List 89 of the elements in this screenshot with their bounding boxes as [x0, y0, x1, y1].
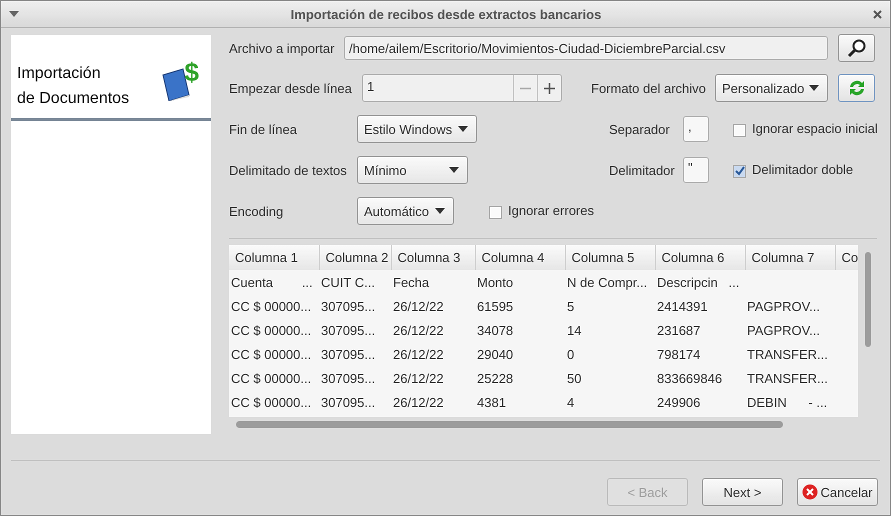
caret-icon	[809, 85, 819, 91]
checkbox[interactable]	[733, 124, 746, 137]
table-cell-text: 61595	[476, 298, 514, 316]
table-cell: Descripcin ...	[655, 270, 745, 294]
search-button[interactable]	[838, 34, 875, 62]
field-label: Encoding	[229, 204, 284, 218]
table-cell-text: 26/12/22	[392, 298, 445, 316]
search-icon	[846, 38, 866, 58]
table-cell-text: 26/12/22	[392, 394, 445, 412]
column-header[interactable]: Columna 7	[745, 245, 835, 270]
table-cell-text: CC $ 00000...	[230, 298, 312, 316]
table-cell-text: 26/12/22	[392, 322, 445, 340]
column-header[interactable]: Columna 6	[655, 245, 745, 270]
table-cell-text: 25228	[476, 370, 514, 388]
column-header[interactable]: Columna 5	[565, 245, 655, 270]
table-cell-text: 5	[566, 298, 576, 316]
delimiter-field[interactable]: "	[683, 157, 709, 183]
checkbox-label: Ignorar espacio inicial	[752, 121, 878, 136]
table-cell-text: 307095...	[320, 394, 376, 412]
table-cell-text: CC $ 00000...	[230, 322, 312, 340]
table-cell-text: CC $ 00000...	[230, 346, 312, 364]
table-cell-text: PAGPROV...	[746, 322, 821, 340]
column-header[interactable]: Columna 4	[475, 245, 565, 270]
caret-icon	[458, 126, 468, 132]
checkbox[interactable]	[733, 165, 746, 178]
table-cell: Monto	[475, 270, 565, 294]
column-header[interactable]: Columna 2	[319, 245, 391, 270]
horizontal-scrollbar[interactable]	[236, 420, 783, 428]
table-cell: N de Compr...	[565, 270, 655, 294]
table-cell-text: CC $ 00000...	[230, 370, 312, 388]
cancel-button[interactable]: Cancelar	[797, 478, 878, 506]
table-cell-text: CC $ 00000...	[230, 394, 312, 412]
sidebar-title: Importación de Documentos	[17, 64, 130, 109]
table-cell-text: 26/12/22	[392, 370, 445, 388]
table-cell-text: 14	[566, 322, 582, 340]
field-label: Delimitado de textos	[229, 162, 348, 178]
separator-field[interactable]: ,	[683, 116, 709, 142]
vertical-scrollbar[interactable]	[864, 252, 870, 347]
window-title: Importación de recibos desde extractos bancarios	[290, 6, 602, 22]
caret-icon	[435, 208, 445, 214]
table-cell-text: DEBIN - ...	[746, 394, 828, 412]
dropdown[interactable]: Automático	[357, 197, 454, 225]
table-cell-text: 307095...	[320, 370, 376, 388]
dropdown[interactable]: Mínimo	[357, 156, 468, 184]
table-cell: Fecha	[391, 270, 475, 294]
next-button[interactable]: Next >	[702, 478, 783, 506]
table-cell-text: TRANSFER...	[746, 346, 829, 364]
table-cell-text: 0	[566, 346, 576, 364]
table-cell-text: TRANSFER...	[746, 370, 829, 388]
table-cell: Cuenta ...	[229, 270, 319, 294]
checkbox-label: Delimitador doble	[752, 162, 854, 177]
table-cell-text: 4	[566, 394, 576, 412]
caret-icon	[449, 167, 459, 173]
checkbox-label: Ignorar errores	[508, 203, 594, 218]
field-label: Formato del archivo	[591, 80, 707, 96]
table-cell-text: 249906	[656, 394, 702, 412]
table-cell-text: PAGPROV...	[746, 298, 821, 316]
table-cell-text: 307095...	[320, 322, 376, 340]
field-label: Separador	[609, 122, 671, 136]
table-cell-text: 2414391	[656, 298, 709, 316]
number-spinner[interactable]: 1	[362, 74, 562, 102]
table-cell-text: 231687	[656, 322, 702, 340]
field-label: Archivo a importar	[229, 40, 336, 56]
column-header[interactable]: Columna 1	[229, 245, 319, 270]
dropdown[interactable]: Estilo Windows	[357, 115, 477, 143]
field-label: Empezar desde línea	[229, 80, 353, 96]
menu-icon[interactable]	[9, 11, 19, 17]
field-label: Fin de línea	[229, 122, 298, 136]
refresh-button[interactable]	[838, 74, 875, 102]
checkbox[interactable]	[489, 206, 502, 219]
plus-icon[interactable]	[544, 82, 555, 94]
table-cell-text: 4381	[476, 394, 507, 412]
close-icon[interactable]	[873, 10, 882, 18]
dollar-sign: $	[184, 59, 199, 85]
column-header[interactable]: Columna 3	[391, 245, 475, 270]
table-cell-text: 50	[566, 370, 582, 388]
file-path-field[interactable]: /home/ailem/Escritorio/Movimientos-Ciudad-DiciembreParcial.csv	[344, 36, 828, 60]
table-cell-text: 833669846	[656, 370, 724, 388]
spinner-value: 1	[366, 78, 376, 96]
dropdown[interactable]: Personalizado	[715, 74, 828, 102]
field-label: Delimitador	[609, 162, 676, 178]
table-cell-text: 798174	[656, 346, 702, 364]
cancel-icon	[802, 484, 818, 500]
table-cell-text: 307095...	[320, 346, 376, 364]
table-cell-text: 26/12/22	[392, 346, 445, 364]
table-cell: CUIT C...	[319, 270, 391, 294]
table-cell-text: 34078	[476, 322, 514, 340]
table-cell-text: 29040	[476, 346, 514, 364]
table-cell-text: 307095...	[320, 298, 376, 316]
